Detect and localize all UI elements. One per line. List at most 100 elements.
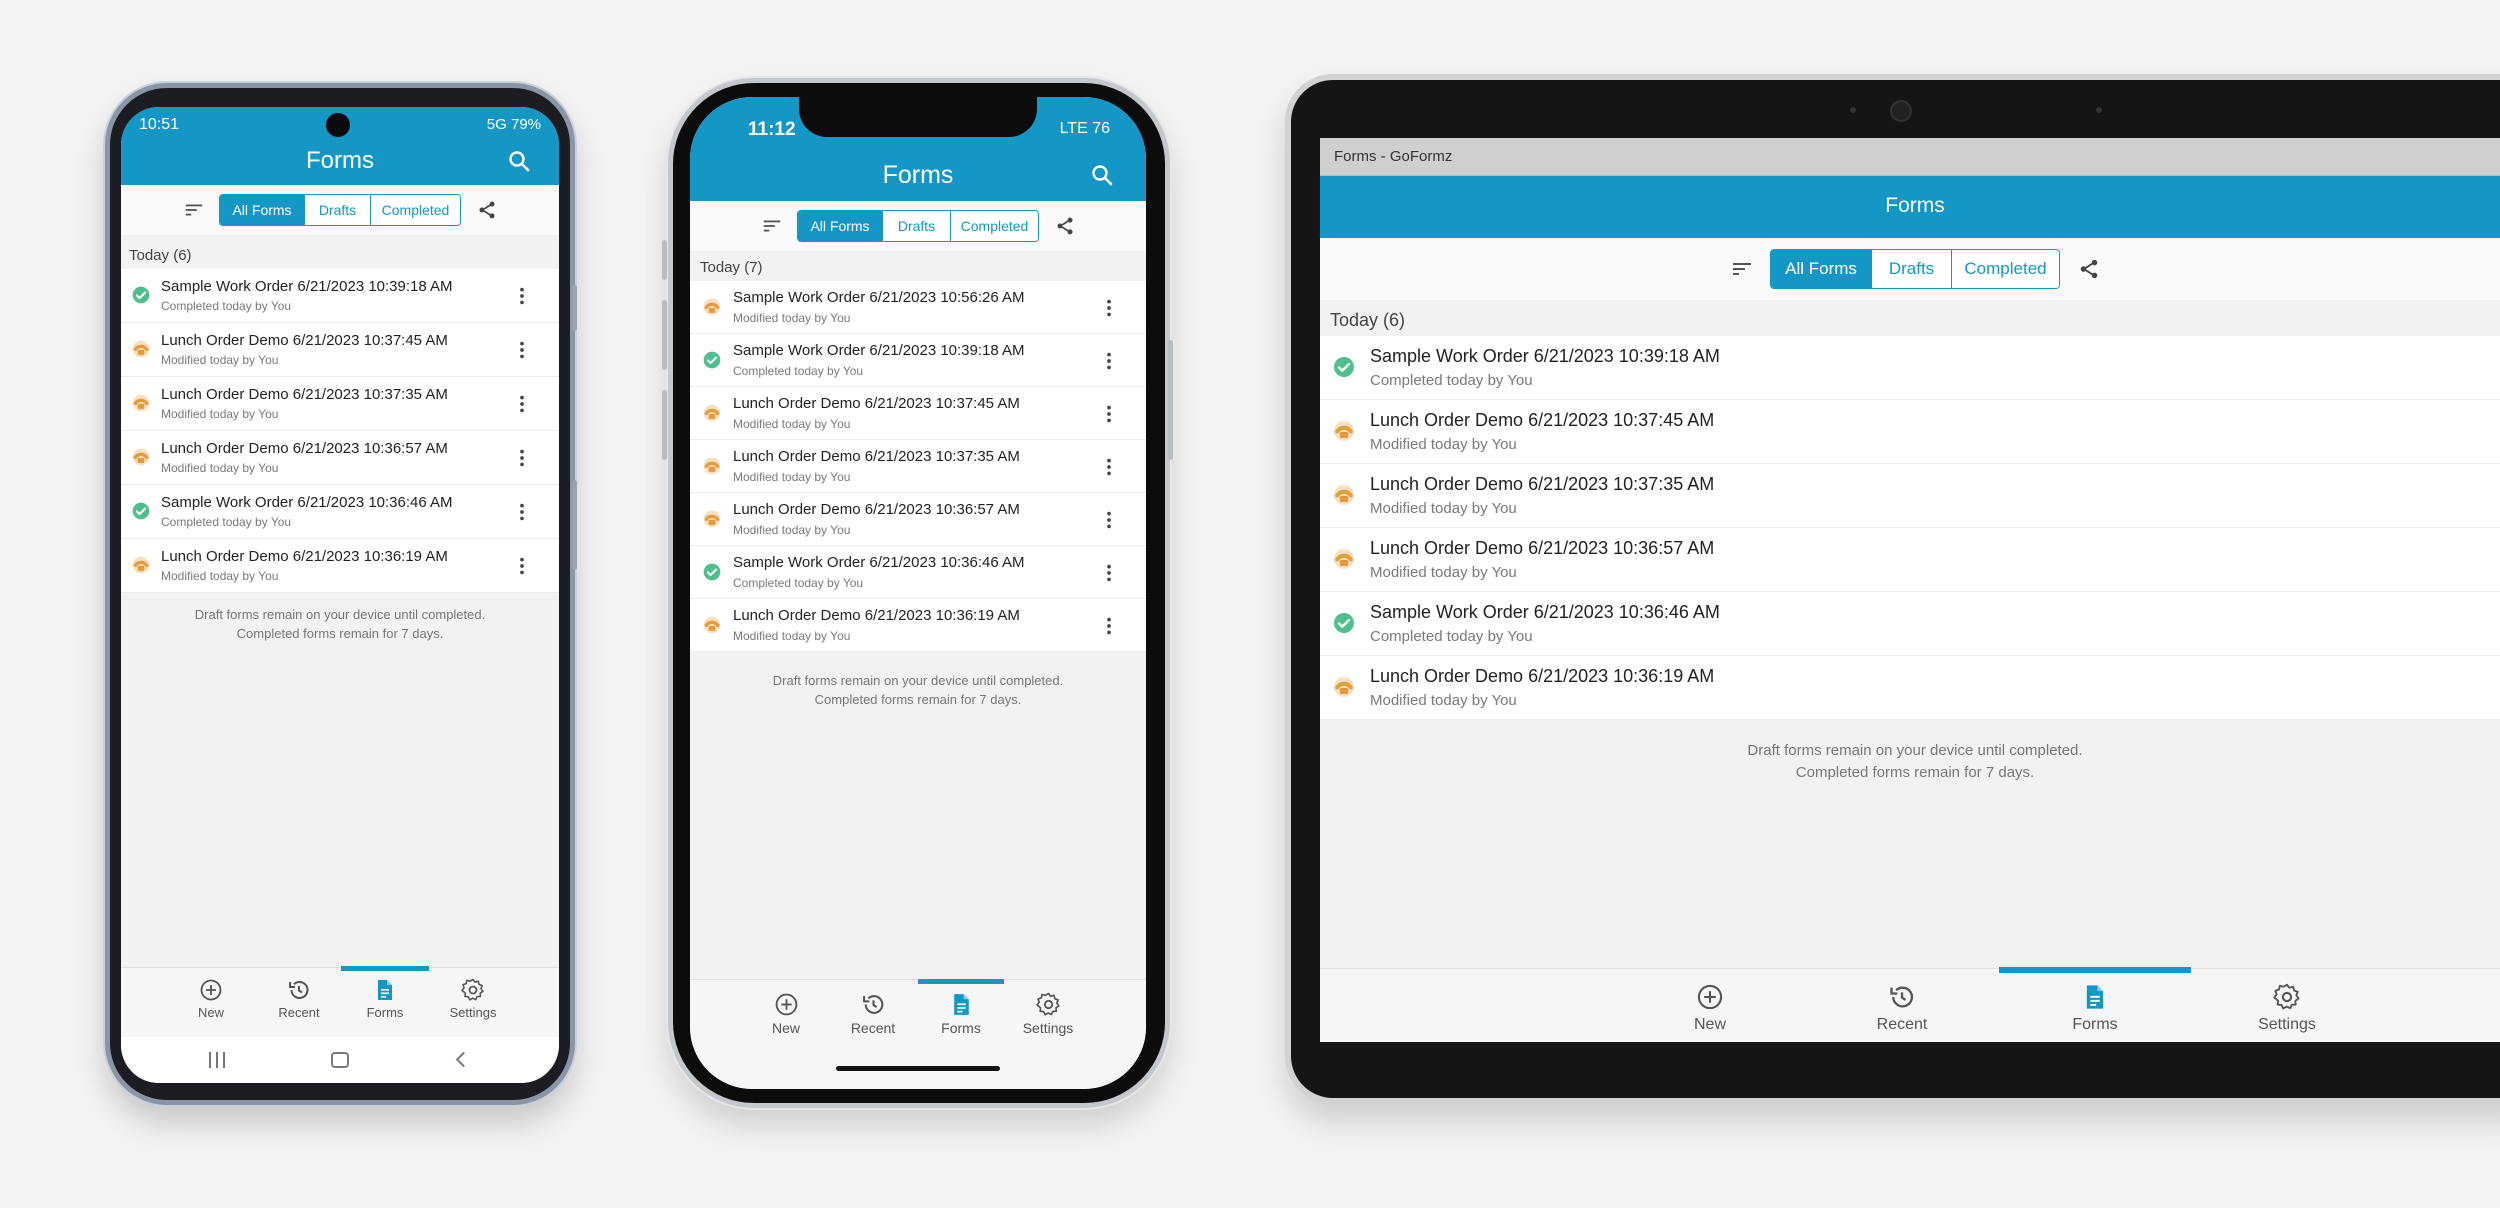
home-system-icon[interactable]	[331, 1052, 349, 1068]
nav-forms[interactable]: Forms	[2045, 983, 2145, 1034]
back-system-icon[interactable]	[455, 1051, 472, 1068]
tablet-sensor	[1850, 107, 1856, 113]
list-item[interactable]: Sample Work Order 6/21/2023 10:36:46 AM C…	[1320, 592, 2500, 656]
home-indicator[interactable]	[836, 1066, 1000, 1071]
nav-new[interactable]: New	[752, 992, 820, 1036]
list-item[interactable]: Sample Work Order 6/21/2023 10:39:18 AM C…	[121, 269, 559, 323]
nav-label: Settings	[2258, 1016, 2316, 1033]
more-options-icon[interactable]	[511, 501, 533, 523]
filter-all-forms[interactable]: All Forms	[798, 211, 882, 241]
nav-label: Recent	[1876, 1016, 1928, 1033]
form-name: Lunch Order Demo 6/21/2023 10:36:57 AM	[1370, 538, 1715, 558]
new-icon	[1696, 983, 1724, 1011]
more-options-icon[interactable]	[1098, 615, 1120, 637]
nav-recent[interactable]: Recent	[839, 992, 907, 1036]
draft-status-icon	[1332, 483, 1356, 507]
bottom-navigation: New Recent Forms Settings	[121, 966, 559, 1037]
list-item[interactable]: Lunch Order Demo 6/21/2023 10:36:19 AM Mo…	[121, 539, 559, 593]
more-options-icon[interactable]	[1098, 297, 1120, 319]
page-title: Forms	[1885, 194, 1945, 217]
more-options-icon[interactable]	[511, 555, 533, 577]
filter-all-forms[interactable]: All Forms	[220, 195, 304, 225]
search-icon[interactable]	[507, 149, 531, 173]
more-options-icon[interactable]	[1098, 350, 1120, 372]
completed-check-icon	[131, 285, 151, 305]
more-options-icon[interactable]	[1098, 509, 1120, 531]
new-icon	[199, 978, 223, 1002]
completed-check-icon	[131, 501, 151, 521]
nav-settings[interactable]: Settings	[2237, 983, 2337, 1034]
draft-status-icon	[1332, 419, 1356, 443]
window-title-bar: Forms - GoFormz	[1320, 138, 2500, 176]
more-options-icon[interactable]	[511, 393, 533, 415]
group-header: Today (6)	[129, 247, 192, 264]
form-modified-info: Modified today by You	[733, 523, 851, 537]
nav-settings[interactable]: Settings	[1014, 992, 1082, 1036]
footnote-line: Draft forms remain on your device until …	[1747, 742, 2083, 759]
share-icon[interactable]	[477, 200, 497, 220]
recent-icon	[287, 978, 311, 1002]
list-item[interactable]: Lunch Order Demo 6/21/2023 10:37:35 AM Mo…	[1320, 464, 2500, 528]
nav-forms[interactable]: Forms	[351, 978, 419, 1020]
form-name: Lunch Order Demo 6/21/2023 10:37:35 AM	[1370, 474, 1715, 494]
sort-icon[interactable]	[761, 215, 783, 237]
form-name: Sample Work Order 6/21/2023 10:39:18 AM	[1370, 346, 1720, 366]
filter-drafts[interactable]: Drafts	[1871, 250, 1951, 288]
sort-icon[interactable]	[1730, 257, 1754, 281]
share-icon[interactable]	[1055, 216, 1075, 236]
tablet-camera	[1890, 100, 1912, 122]
nav-settings[interactable]: Settings	[439, 978, 507, 1020]
filter-segmented-control: All Forms Drafts Completed	[797, 210, 1039, 242]
draft-status-icon	[702, 403, 722, 423]
filter-completed[interactable]: Completed	[370, 195, 460, 225]
bottom-navigation: New Recent Forms Settings	[690, 979, 1146, 1089]
list-item[interactable]: Lunch Order Demo 6/21/2023 10:36:19 AM Mo…	[690, 599, 1146, 652]
list-item[interactable]: Lunch Order Demo 6/21/2023 10:36:19 AM Mo…	[1320, 656, 2500, 720]
list-item[interactable]: Lunch Order Demo 6/21/2023 10:36:57 AM Mo…	[121, 431, 559, 485]
filter-completed[interactable]: Completed	[1951, 250, 2059, 288]
list-item[interactable]: Sample Work Order 6/21/2023 10:36:46 AM C…	[690, 546, 1146, 599]
list-item[interactable]: Sample Work Order 6/21/2023 10:39:18 AM C…	[1320, 336, 2500, 400]
draft-status-icon	[702, 615, 722, 635]
more-options-icon[interactable]	[1098, 562, 1120, 584]
more-options-icon[interactable]	[511, 447, 533, 469]
more-options-icon[interactable]	[1098, 403, 1120, 425]
list-item[interactable]: Sample Work Order 6/21/2023 10:39:18 AM C…	[690, 334, 1146, 387]
share-icon[interactable]	[2078, 258, 2100, 280]
app-bar: Forms	[1320, 176, 2500, 238]
form-name: Sample Work Order 6/21/2023 10:39:18 AM	[161, 278, 453, 295]
list-item[interactable]: Lunch Order Demo 6/21/2023 10:36:57 AM Mo…	[690, 493, 1146, 546]
filter-all-forms[interactable]: All Forms	[1771, 250, 1871, 288]
nav-forms[interactable]: Forms	[927, 992, 995, 1036]
nav-recent[interactable]: Recent	[1852, 983, 1952, 1034]
iphone-notch	[799, 97, 1037, 137]
nav-new[interactable]: New	[1660, 983, 1760, 1034]
iphone-side-button	[662, 390, 667, 460]
form-name: Lunch Order Demo 6/21/2023 10:36:19 AM	[161, 548, 448, 565]
form-modified-info: Modified today by You	[733, 629, 851, 643]
form-name: Sample Work Order 6/21/2023 10:56:26 AM	[733, 289, 1025, 306]
draft-status-icon	[1332, 675, 1356, 699]
list-item[interactable]: Lunch Order Demo 6/21/2023 10:37:35 AM Mo…	[121, 377, 559, 431]
more-options-icon[interactable]	[511, 285, 533, 307]
list-item[interactable]: Lunch Order Demo 6/21/2023 10:37:45 AM Mo…	[121, 323, 559, 377]
list-item[interactable]: Lunch Order Demo 6/21/2023 10:36:57 AM Mo…	[1320, 528, 2500, 592]
filter-drafts[interactable]: Drafts	[882, 211, 950, 241]
list-item[interactable]: Sample Work Order 6/21/2023 10:36:46 AM C…	[121, 485, 559, 539]
list-item[interactable]: Sample Work Order 6/21/2023 10:56:26 AM M…	[690, 281, 1146, 334]
filter-drafts[interactable]: Drafts	[304, 195, 370, 225]
list-item[interactable]: Lunch Order Demo 6/21/2023 10:37:35 AM Mo…	[690, 440, 1146, 493]
search-icon[interactable]	[1090, 163, 1114, 187]
recents-system-icon[interactable]	[209, 1052, 225, 1068]
more-options-icon[interactable]	[1098, 456, 1120, 478]
sort-icon[interactable]	[183, 199, 205, 221]
draft-status-icon	[702, 456, 722, 476]
completed-check-icon	[702, 350, 722, 370]
list-item[interactable]: Lunch Order Demo 6/21/2023 10:37:45 AM Mo…	[1320, 400, 2500, 464]
nav-new[interactable]: New	[177, 978, 245, 1020]
more-options-icon[interactable]	[511, 339, 533, 361]
list-item[interactable]: Lunch Order Demo 6/21/2023 10:37:45 AM Mo…	[690, 387, 1146, 440]
filter-completed[interactable]: Completed	[950, 211, 1038, 241]
form-name: Lunch Order Demo 6/21/2023 10:37:45 AM	[1370, 410, 1715, 430]
nav-recent[interactable]: Recent	[265, 978, 333, 1020]
